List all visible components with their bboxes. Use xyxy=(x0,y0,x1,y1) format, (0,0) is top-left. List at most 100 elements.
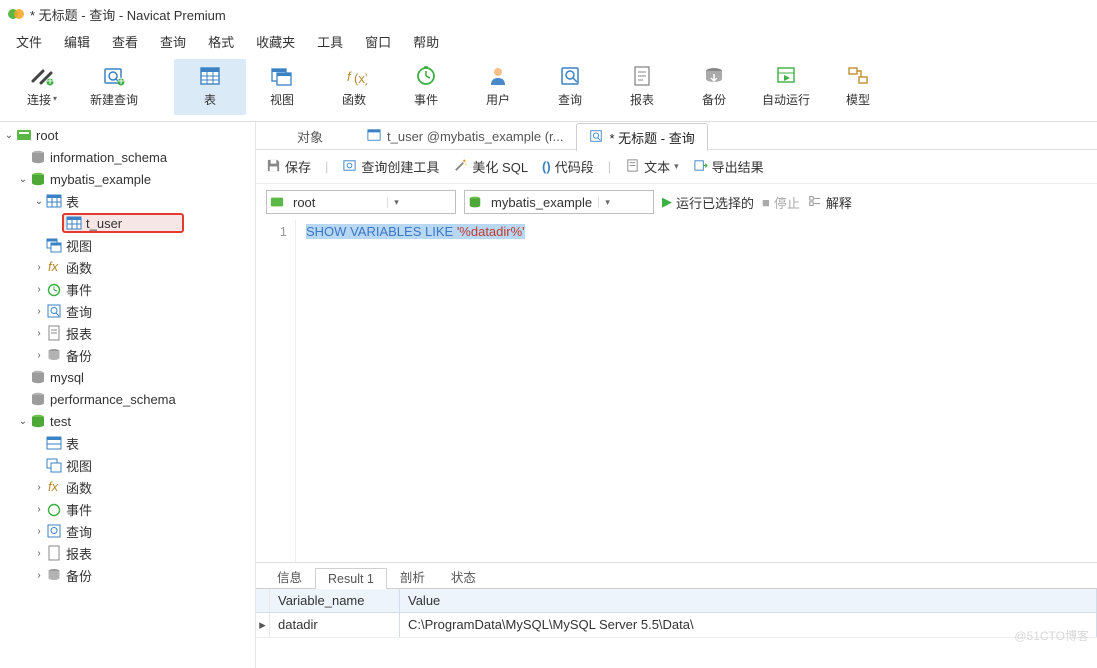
current-row-marker-icon: ▸ xyxy=(256,613,270,637)
connection-tree[interactable]: ⌄ root information_schema ⌄ mybatis_exam… xyxy=(0,122,256,668)
expander-icon[interactable]: › xyxy=(32,306,46,317)
tool-backup[interactable]: 备份 xyxy=(678,59,750,115)
beautify-sql-button[interactable]: 美化 SQL xyxy=(453,157,528,176)
cell-value[interactable]: C:\ProgramData\MySQL\MySQL Server 5.5\Da… xyxy=(400,613,1097,637)
menu-view[interactable]: 查看 xyxy=(102,30,148,53)
connection-combo[interactable]: root ▾ xyxy=(266,190,456,214)
result-tab-status[interactable]: 状态 xyxy=(438,563,489,589)
tool-connect[interactable]: + 连接▾ xyxy=(6,59,78,115)
result-tab-result1[interactable]: Result 1 xyxy=(315,568,387,589)
tree-reports-group[interactable]: ›报表 xyxy=(0,322,255,344)
app-logo-icon xyxy=(8,6,24,22)
text-dropdown-button[interactable]: 文本▾ xyxy=(625,157,679,176)
line-gutter: 1 xyxy=(256,220,296,562)
expander-icon[interactable]: ⌄ xyxy=(16,416,30,427)
expander-icon[interactable]: ⌄ xyxy=(16,174,30,185)
tab-table-tuser[interactable]: t_user @mybatis_example (r... xyxy=(354,122,576,150)
snippet-button[interactable]: ()代码段 xyxy=(542,157,594,176)
menu-help[interactable]: 帮助 xyxy=(403,30,449,53)
tree-queries-group[interactable]: ›查询 xyxy=(0,300,255,322)
tree-db-performance-schema[interactable]: performance_schema xyxy=(0,388,255,410)
tool-model[interactable]: 模型 xyxy=(822,59,894,115)
menu-format[interactable]: 格式 xyxy=(198,30,244,53)
tree-db-test[interactable]: ⌄test xyxy=(0,410,255,432)
expander-icon[interactable]: › xyxy=(32,284,46,295)
result-grid[interactable]: Variable_name Value ▸ datadir C:\Program… xyxy=(256,589,1097,638)
tree-backup-group[interactable]: ›备份 xyxy=(0,344,255,366)
expander-icon[interactable]: › xyxy=(32,350,46,361)
tree-db-mybatis-example[interactable]: ⌄ mybatis_example xyxy=(0,168,255,190)
run-selected-button[interactable]: ▶运行已选择的 xyxy=(662,193,754,212)
tree-views-group[interactable]: 视图 xyxy=(0,234,255,256)
export-results-button[interactable]: 导出结果 xyxy=(693,157,764,176)
tree-events-group-2[interactable]: ›事件 xyxy=(0,498,255,520)
col-variable-name[interactable]: Variable_name xyxy=(270,589,400,612)
content-area: 对象 t_user @mybatis_example (r... * 无标题 -… xyxy=(256,122,1097,668)
expander-icon[interactable]: › xyxy=(32,328,46,339)
menu-favorites[interactable]: 收藏夹 xyxy=(246,30,305,53)
export-icon xyxy=(693,158,708,176)
result-row[interactable]: ▸ datadir C:\ProgramData\MySQL\MySQL Ser… xyxy=(256,613,1097,638)
cell-variable-name[interactable]: datadir xyxy=(270,613,400,637)
backup-icon xyxy=(46,567,62,583)
tool-views[interactable]: 视图 xyxy=(246,59,318,115)
tool-tables[interactable]: 表 xyxy=(174,59,246,115)
stop-button: ■停止 xyxy=(762,193,800,212)
tool-queries[interactable]: 查询 xyxy=(534,59,606,115)
tree-db-information-schema[interactable]: information_schema xyxy=(0,146,255,168)
col-value[interactable]: Value xyxy=(400,589,1097,612)
database-active-icon xyxy=(30,413,46,429)
tree-tables-group-2[interactable]: 表 xyxy=(0,432,255,454)
disk-icon xyxy=(266,158,281,176)
view-icon xyxy=(46,237,62,253)
expander-icon[interactable]: › xyxy=(32,262,46,273)
event-icon xyxy=(46,281,62,297)
tree-functions-group[interactable]: ›fx函数 xyxy=(0,256,255,278)
tool-autorun[interactable]: 自动运行 xyxy=(750,59,822,115)
tab-query-untitled[interactable]: * 无标题 - 查询 xyxy=(576,123,707,151)
menubar: 文件 编辑 查看 查询 格式 收藏夹 工具 窗口 帮助 xyxy=(0,28,1097,59)
tree-tables-group[interactable]: ⌄ 表 xyxy=(0,190,255,212)
query-action-bar: 保存 | 查询创建工具 美化 SQL ()代码段 | 文本▾ 导出结果 xyxy=(256,150,1097,184)
tree-views-group-2[interactable]: 视图 xyxy=(0,454,255,476)
code-area[interactable]: SHOW VARIABLES LIKE '%datadir%' xyxy=(296,220,525,562)
expander-icon[interactable]: ⌄ xyxy=(2,130,16,141)
menu-edit[interactable]: 编辑 xyxy=(54,30,100,53)
tree-functions-group-2[interactable]: ›fx函数 xyxy=(0,476,255,498)
result-tab-profile[interactable]: 剖析 xyxy=(387,563,438,589)
backup-icon xyxy=(46,347,62,363)
query-builder-button[interactable]: 查询创建工具 xyxy=(342,157,439,176)
result-tab-info[interactable]: 信息 xyxy=(264,563,315,589)
sql-editor[interactable]: 1 SHOW VARIABLES LIKE '%datadir%' xyxy=(256,220,1097,563)
tool-new-query[interactable]: + 新建查询 xyxy=(78,59,150,115)
tab-objects[interactable]: 对象 xyxy=(266,122,354,150)
tree-db-mysql[interactable]: mysql xyxy=(0,366,255,388)
tree-queries-group-2[interactable]: ›查询 xyxy=(0,520,255,542)
menu-tools[interactable]: 工具 xyxy=(307,30,353,53)
tree-table-t-user[interactable]: t_user xyxy=(0,212,255,234)
chevron-down-icon[interactable]: ▾ xyxy=(387,197,405,208)
tool-reports[interactable]: 报表 xyxy=(606,59,678,115)
menu-window[interactable]: 窗口 xyxy=(355,30,401,53)
tree-reports-group-2[interactable]: ›报表 xyxy=(0,542,255,564)
doc-icon xyxy=(625,158,640,176)
connection-selector-bar: root ▾ mybatis_example ▾ ▶运行已选择的 ■停止 解释 xyxy=(256,184,1097,220)
report-icon xyxy=(46,545,62,561)
save-button[interactable]: 保存 xyxy=(266,157,311,176)
menu-file[interactable]: 文件 xyxy=(6,30,52,53)
tree-backup-group-2[interactable]: ›备份 xyxy=(0,564,255,586)
query-icon xyxy=(589,129,603,146)
database-active-icon xyxy=(465,195,485,209)
tool-events[interactable]: 事件 xyxy=(390,59,462,115)
explain-icon xyxy=(808,194,822,211)
explain-button[interactable]: 解释 xyxy=(808,193,852,212)
chevron-down-icon[interactable]: ▾ xyxy=(598,197,616,208)
database-combo[interactable]: mybatis_example ▾ xyxy=(464,190,654,214)
svg-text:+: + xyxy=(46,73,54,88)
expander-icon[interactable]: ⌄ xyxy=(32,196,46,207)
tree-connection-root[interactable]: ⌄ root xyxy=(0,124,255,146)
menu-query[interactable]: 查询 xyxy=(150,30,196,53)
tree-events-group[interactable]: ›事件 xyxy=(0,278,255,300)
tool-functions[interactable]: f(x) 函数 xyxy=(318,59,390,115)
tool-users[interactable]: 用户 xyxy=(462,59,534,115)
